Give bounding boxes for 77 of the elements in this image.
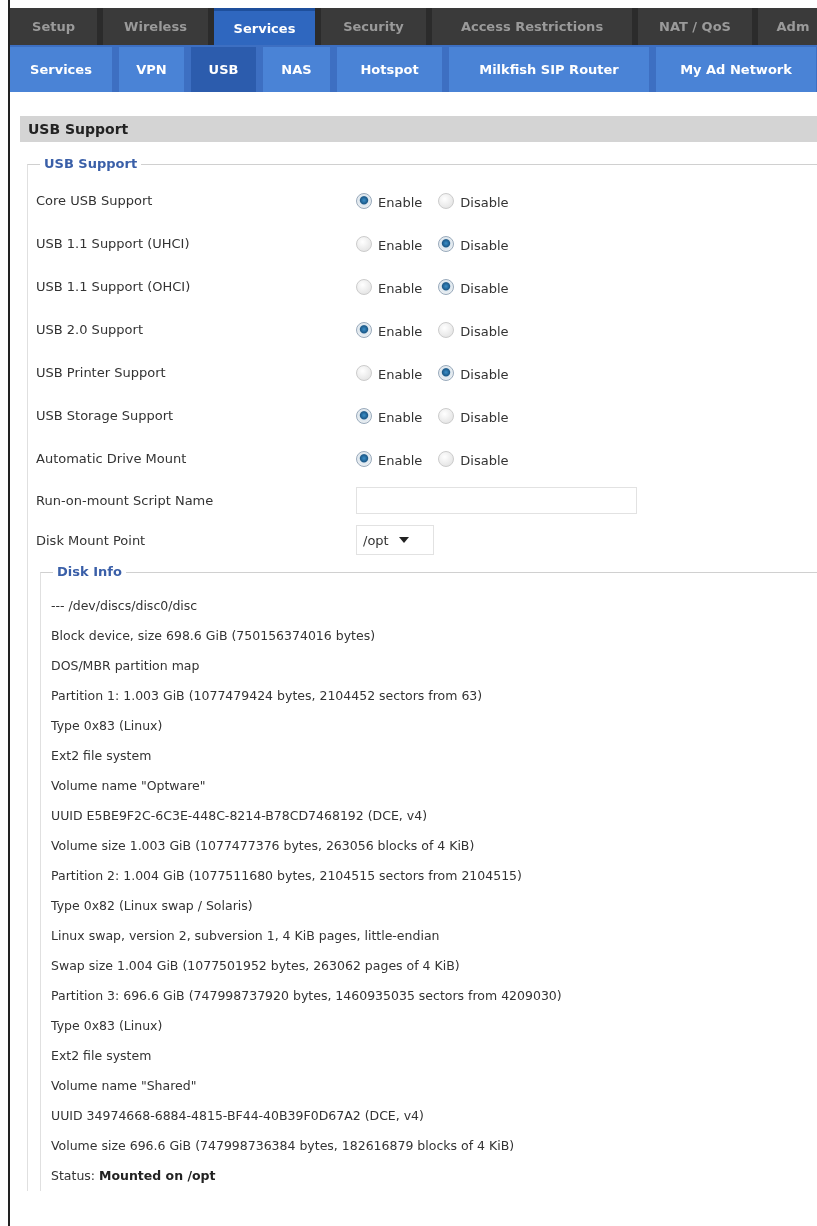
disk-info-line: Type 0x83 (Linux) <box>51 717 164 735</box>
disk-info-line: Swap size 1.004 GiB (1077501952 bytes, 263062 pages of 4 KiB) <box>51 957 461 975</box>
radio-button[interactable] <box>438 364 455 381</box>
radio-label[interactable]: Disable <box>460 277 509 296</box>
radio-label[interactable]: Disable <box>460 234 509 253</box>
setting-label: USB 2.0 Support <box>36 322 144 337</box>
radio-label[interactable]: Enable <box>378 191 423 210</box>
radio-button[interactable] <box>356 235 372 252</box>
disk-info-line: --- /dev/discs/disc0/disc <box>51 597 199 615</box>
sub-tab[interactable]: VPN <box>119 47 184 92</box>
setting-label: Automatic Drive Mount <box>36 451 188 466</box>
section-header: USB Support <box>20 116 817 142</box>
setting-label: Core USB Support <box>36 193 154 208</box>
dropdown[interactable]: /opt <box>356 525 434 555</box>
sub-tab[interactable]: Services <box>10 47 112 92</box>
sub-tab[interactable]: NAS <box>263 47 330 92</box>
radio-label[interactable]: Disable <box>460 406 509 425</box>
radio-label[interactable]: Enable <box>378 449 423 468</box>
disk-info-line: Type 0x82 (Linux swap / Solaris) <box>51 897 254 915</box>
disk-info-line: Volume name "Optware" <box>51 777 207 795</box>
disk-info-line: Volume size 1.003 GiB (1077477376 bytes, 263056 blocks of 4 KiB) <box>51 837 476 855</box>
disk-info-line: UUID E5BE9F2C-6C3E-448C-8214-B78CD7468192 (DCE, v4) <box>51 807 429 825</box>
radio-label[interactable]: Disable <box>460 449 509 468</box>
radio-button[interactable] <box>438 407 455 424</box>
disk-info-line: Volume name "Shared" <box>51 1077 198 1095</box>
disk-info-line: Linux swap, version 2, subversion 1, 4 KiB pages, little-endian <box>51 927 441 945</box>
sub-tab[interactable]: Milkfish SIP Router <box>449 47 649 92</box>
disk-info-line: Partition 2: 1.004 GiB (1077511680 bytes, 2104515 sectors from 2104515) <box>51 867 523 885</box>
disk-info-line: Volume size 696.6 GiB (747998736384 bytes, 182616879 blocks of 4 KiB) <box>51 1137 516 1155</box>
radio-label[interactable]: Disable <box>460 363 509 382</box>
sub-tab[interactable]: Hotspot <box>337 47 442 92</box>
nav-tab[interactable]: Access Restrictions <box>432 8 632 45</box>
radio-button[interactable] <box>438 321 455 338</box>
nav-tab[interactable]: Setup <box>10 8 97 45</box>
disk-info-line: Block device, size 698.6 GiB (750156374016 bytes) <box>51 627 377 645</box>
nav-tab[interactable]: NAT / QoS <box>638 8 752 45</box>
disk-info-line: Partition 1: 1.003 GiB (1077479424 bytes, 2104452 sectors from 63) <box>51 687 484 705</box>
radio-button[interactable] <box>356 321 372 338</box>
radio-button[interactable] <box>356 364 372 381</box>
radio-label[interactable]: Enable <box>378 320 423 339</box>
setting-label: Run-on-mount Script Name <box>36 492 215 508</box>
radio-button[interactable] <box>356 192 372 209</box>
disk-info-line: Partition 3: 696.6 GiB (747998737920 bytes, 1460935035 sectors from 4209030) <box>51 987 563 1005</box>
radio-label[interactable]: Disable <box>460 320 509 339</box>
radio-button[interactable] <box>438 278 455 295</box>
nav-tab[interactable]: Adm <box>758 8 817 45</box>
input-field[interactable] <box>356 486 637 514</box>
radio-button[interactable] <box>356 450 372 467</box>
disk-info-line: DOS/MBR partition map <box>51 657 201 675</box>
disk-info-line: UUID 34974668-6884-4815-BF44-40B39F0D67A2 (DCE, v4) <box>51 1107 425 1125</box>
nav-tab[interactable]: Wireless <box>103 8 208 45</box>
radio-label[interactable]: Enable <box>378 406 423 425</box>
radio-button[interactable] <box>438 450 455 467</box>
radio-button[interactable] <box>438 192 455 209</box>
radio-label[interactable]: Enable <box>378 234 423 253</box>
sub-tab[interactable]: My Ad Network <box>656 47 816 92</box>
setting-label: USB Printer Support <box>36 365 167 380</box>
disk-info-line: Type 0x83 (Linux) <box>51 1017 164 1035</box>
disk-info-line: Ext2 file system <box>51 1047 153 1065</box>
radio-label[interactable]: Enable <box>378 363 423 382</box>
nav-tab[interactable]: Security <box>321 8 426 45</box>
setting-label: USB 1.1 Support (UHCI) <box>36 236 191 251</box>
radio-label[interactable]: Disable <box>460 191 509 210</box>
radio-button[interactable] <box>438 235 455 252</box>
setting-label: Disk Mount Point <box>36 532 147 548</box>
radio-button[interactable] <box>356 278 372 295</box>
sub-tab[interactable]: USB <box>191 47 256 92</box>
disk-info-line: Ext2 file system <box>51 747 153 765</box>
nav-tab[interactable]: Services <box>214 8 315 45</box>
setting-label: USB 1.1 Support (OHCI) <box>36 279 192 294</box>
fieldset-legend: Disk Info <box>53 564 126 579</box>
radio-label[interactable]: Enable <box>378 277 423 296</box>
fieldset-legend: USB Support <box>40 156 142 171</box>
caret-icon <box>398 537 409 543</box>
disk-info-line: Status: Mounted on /opt <box>51 1167 217 1185</box>
radio-button[interactable] <box>356 407 372 424</box>
setting-label: USB Storage Support <box>36 408 175 423</box>
